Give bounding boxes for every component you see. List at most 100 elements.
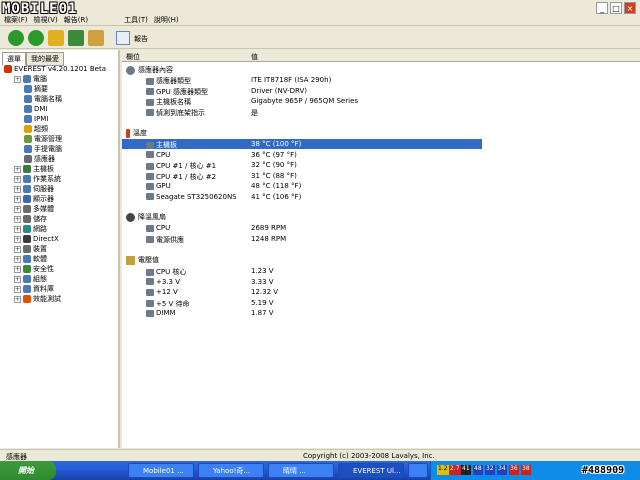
task-third[interactable]: 睛晴 ...	[268, 463, 334, 478]
row-field-label: CPU	[156, 224, 171, 232]
table-row[interactable]: CPU #1 / 核心 #1 32 °C (90 °F)	[122, 160, 640, 170]
tree-item[interactable]: + 組態	[14, 274, 47, 284]
menu-help[interactable]: 說明(H)	[154, 15, 179, 25]
expand-icon[interactable]: +	[14, 265, 21, 273]
fan-icon	[126, 212, 135, 222]
tree-item[interactable]: IPMI	[24, 114, 48, 124]
expand-icon[interactable]: +	[14, 295, 21, 303]
up-icon[interactable]	[48, 30, 64, 46]
tree-item-label: 感應器	[34, 155, 55, 163]
expand-icon[interactable]: +	[14, 205, 21, 213]
column-header: 欄位 值	[122, 50, 640, 62]
tree-item[interactable]: EVEREST v4.20.1201 Beta	[4, 64, 106, 74]
tree-item[interactable]: + 安全性	[14, 264, 54, 274]
table-row[interactable]: CPU 2689 RPM	[122, 223, 640, 233]
task-fifth[interactable]	[408, 463, 428, 478]
tree-item[interactable]: + DirectX	[14, 234, 59, 244]
row-field: 感應器類型	[146, 76, 191, 86]
menu-file[interactable]: 檔案(F)	[4, 15, 28, 25]
task-everest[interactable]: EVEREST Ul...	[338, 463, 404, 478]
tree-item[interactable]: + 軟體	[14, 254, 47, 264]
tree-item[interactable]: + 儲存	[14, 214, 47, 224]
tree-item[interactable]: + 多媒體	[14, 204, 54, 214]
expand-icon[interactable]: +	[14, 255, 21, 263]
row-icon	[146, 300, 154, 307]
table-row[interactable]: CPU 核心 1.23 V	[122, 266, 640, 276]
expand-icon[interactable]: +	[14, 225, 21, 233]
expand-icon[interactable]: +	[14, 75, 21, 83]
table-row[interactable]: +5 V 待命 5.19 V	[122, 298, 640, 308]
expand-icon[interactable]: +	[14, 175, 21, 183]
tree-item-label: 電源管理	[34, 135, 62, 143]
close-button[interactable]: ×	[624, 2, 636, 14]
tree-item[interactable]: + 伺服器	[14, 184, 54, 194]
row-value: 1.87 V	[251, 309, 274, 317]
tree-item[interactable]: + 電腦	[14, 74, 47, 84]
tree-item-icon	[23, 235, 31, 243]
table-row[interactable]: GPU 感應器類型 Driver (NV-DRV)	[122, 86, 640, 96]
column-field[interactable]: 欄位	[126, 52, 140, 62]
row-field: CPU #1 / 核心 #1	[146, 161, 216, 171]
tree-item[interactable]: + 效能測試	[14, 294, 61, 304]
expand-icon[interactable]: +	[14, 275, 21, 283]
refresh-icon[interactable]	[68, 30, 84, 46]
menu-view[interactable]: 檢視(V)	[34, 15, 58, 25]
expand-icon[interactable]: +	[14, 245, 21, 253]
table-row[interactable]: CPU #1 / 核心 #2 31 °C (88 °F)	[122, 171, 640, 181]
report-button-label[interactable]: 報告	[134, 34, 148, 44]
table-row[interactable]: 偵測到底架指示 是	[122, 107, 640, 117]
table-row[interactable]: 主機板 38 °C (100 °F)	[122, 139, 482, 149]
expand-icon[interactable]: +	[14, 195, 21, 203]
table-row[interactable]: 主機板名稱 Gigabyte 965P / 965QM Series	[122, 96, 640, 106]
table-row[interactable]: 電源供應 1248 RPM	[122, 234, 640, 244]
tree-item[interactable]: 電源管理	[24, 134, 62, 144]
tree-item[interactable]: 感應器	[24, 154, 55, 164]
maximize-button[interactable]: □	[610, 2, 622, 14]
table-row[interactable]: 感應器類型 ITE IT8718F (ISA 290h)	[122, 75, 640, 85]
tree-item[interactable]: 電腦名稱	[24, 94, 62, 104]
tree-item[interactable]: 超頻	[24, 124, 48, 134]
row-field: GPU 感應器類型	[146, 87, 208, 97]
row-value: 2689 RPM	[251, 224, 287, 232]
tree-item-label: 超頻	[34, 125, 48, 133]
expand-icon[interactable]: +	[14, 185, 21, 193]
start-button[interactable]: 開始	[0, 461, 56, 480]
menu-report[interactable]: 報告(R)	[64, 15, 88, 25]
expand-icon[interactable]: +	[14, 235, 21, 243]
tree-item-label: 組態	[33, 275, 47, 283]
tree-item[interactable]: + 作業系統	[14, 174, 61, 184]
table-row[interactable]: GPU 48 °C (118 °F)	[122, 181, 640, 191]
table-row[interactable]: DIMM 1.87 V	[122, 308, 640, 318]
users-icon[interactable]	[88, 30, 104, 46]
tree-item[interactable]: + 主機板	[14, 164, 54, 174]
row-field: +3.3 V	[146, 278, 180, 286]
table-row[interactable]: CPU 36 °C (97 °F)	[122, 150, 640, 160]
row-icon	[146, 268, 154, 276]
expand-icon[interactable]: +	[14, 215, 21, 223]
tree-item[interactable]: + 資料庫	[14, 284, 54, 294]
sensor-icon	[126, 65, 135, 75]
tree-item-label: 主機板	[33, 165, 54, 173]
tree-item[interactable]: + 網路	[14, 224, 47, 234]
minimize-button[interactable]: _	[596, 2, 608, 14]
tree-item[interactable]: + 裝置	[14, 244, 47, 254]
tree-item[interactable]: 手提電腦	[24, 144, 62, 154]
expand-icon[interactable]: +	[14, 165, 21, 173]
tree-item[interactable]: 摘要	[24, 84, 48, 94]
tree-item[interactable]: + 顯示器	[14, 194, 54, 204]
menu-tools[interactable]: 工具(T)	[124, 15, 148, 25]
table-row[interactable]: Seagate ST3250620NS 41 °C (106 °F)	[122, 192, 640, 202]
status-bar: 感應器 Copyright (c) 2003-2008 Lavalys, Inc…	[0, 449, 640, 461]
table-row[interactable]: +3.3 V 3.33 V	[122, 277, 640, 287]
report-icon[interactable]	[116, 31, 130, 45]
forward-icon[interactable]	[28, 30, 44, 46]
table-row[interactable]: +12 V 12.32 V	[122, 287, 640, 297]
task-yahoo[interactable]: Yahoo!奇...	[198, 463, 264, 478]
task-mobile01[interactable]: Mobile01 ...	[128, 463, 194, 478]
column-value[interactable]: 值	[251, 52, 258, 62]
back-icon[interactable]	[8, 30, 24, 46]
expand-icon[interactable]: +	[14, 285, 21, 293]
voltage-icon	[126, 255, 135, 265]
tree-item-label: DMI	[34, 105, 48, 113]
tree-item[interactable]: DMI	[24, 104, 48, 114]
